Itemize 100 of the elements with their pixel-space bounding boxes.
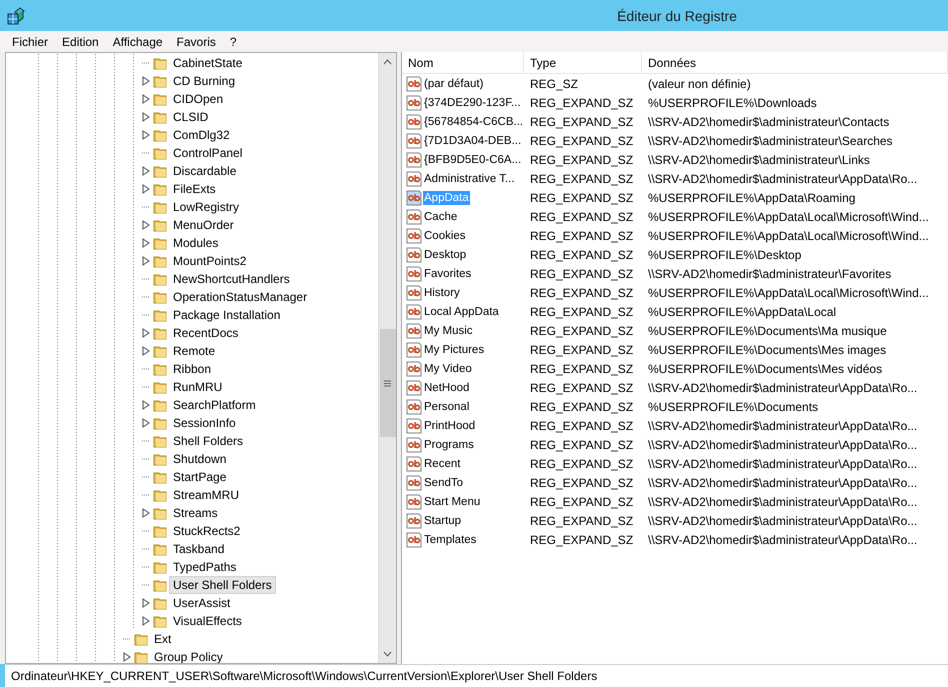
- expand-arrow-icon[interactable]: [142, 184, 150, 194]
- value-name[interactable]: Cookies: [423, 228, 467, 242]
- folder-icon: [153, 470, 167, 484]
- tree-node[interactable]: Remote: [169, 342, 220, 360]
- scrollbar-thumb[interactable]: [380, 329, 396, 437]
- tree-node[interactable]: CabinetState: [169, 54, 246, 72]
- string-value-icon: [406, 266, 422, 282]
- tree-node[interactable]: StuckRects2: [169, 522, 244, 540]
- value-type: REG_EXPAND_SZ: [529, 342, 634, 356]
- menu-item[interactable]: ?: [230, 34, 237, 48]
- folder-icon: [153, 200, 167, 214]
- tree-node[interactable]: Discardable: [169, 162, 240, 180]
- tree-node[interactable]: Ribbon: [169, 360, 216, 378]
- tree-node[interactable]: FileExts: [169, 180, 220, 198]
- folder-icon: [153, 110, 167, 124]
- value-name[interactable]: My Pictures: [423, 342, 486, 356]
- menu-item[interactable]: Affichage: [112, 34, 163, 48]
- menu-item[interactable]: Edition: [62, 34, 99, 48]
- tree-node[interactable]: MountPoints2: [169, 252, 250, 270]
- value-name[interactable]: My Music: [423, 324, 474, 338]
- string-value-icon: [406, 360, 422, 376]
- tree-node[interactable]: RunMRU: [169, 378, 226, 396]
- expand-arrow-icon[interactable]: [142, 616, 150, 626]
- value-name[interactable]: Programs: [423, 438, 475, 452]
- tree-node[interactable]: Package Installation: [169, 306, 284, 324]
- tree-node[interactable]: VisualEffects: [169, 612, 246, 630]
- expand-arrow-icon[interactable]: [142, 220, 150, 230]
- tree-node[interactable]: Shell Folders: [169, 432, 248, 450]
- expand-arrow-icon[interactable]: [142, 328, 150, 338]
- tree-node[interactable]: SessionInfo: [169, 414, 240, 432]
- column-header[interactable]: Nom: [402, 52, 524, 73]
- expand-arrow-icon[interactable]: [142, 76, 150, 86]
- value-name[interactable]: Local AppData: [423, 304, 500, 318]
- menu-item[interactable]: Fichier: [12, 34, 48, 48]
- tree-node[interactable]: ControlPanel: [169, 144, 246, 162]
- expand-arrow-icon[interactable]: [142, 346, 150, 356]
- tree-node[interactable]: Modules: [169, 234, 222, 252]
- value-name[interactable]: Templates: [423, 532, 478, 546]
- tree-node[interactable]: TypedPaths: [169, 558, 240, 576]
- tree-node[interactable]: NewShortcutHandlers: [169, 270, 294, 288]
- tree-node[interactable]: Ext: [150, 630, 176, 648]
- value-name[interactable]: {BFB9D5E0-C6A...: [423, 152, 522, 166]
- expand-arrow-icon[interactable]: [142, 400, 150, 410]
- value-name[interactable]: Desktop: [423, 248, 468, 262]
- expand-arrow-icon[interactable]: [142, 598, 150, 608]
- tree-node[interactable]: User Shell Folders: [169, 576, 276, 594]
- value-name[interactable]: {7D1D3A04-DEB...: [423, 134, 522, 148]
- expand-arrow-icon[interactable]: [142, 112, 150, 122]
- tree-node[interactable]: SearchPlatform: [169, 396, 260, 414]
- value-type: REG_EXPAND_SZ: [529, 286, 634, 300]
- value-name[interactable]: Cache: [423, 210, 458, 224]
- tree-node[interactable]: LowRegistry: [169, 198, 244, 216]
- tree-node[interactable]: Shutdown: [169, 450, 230, 468]
- value-name[interactable]: History: [423, 286, 461, 300]
- value-name[interactable]: (par défaut): [423, 76, 484, 90]
- expand-arrow-icon[interactable]: [142, 418, 150, 428]
- folder-icon: [153, 56, 167, 70]
- value-name[interactable]: {374DE290-123F...: [423, 96, 522, 110]
- tree-node[interactable]: StartPage: [169, 468, 230, 486]
- value-name[interactable]: NetHood: [423, 380, 470, 394]
- expand-arrow-icon[interactable]: [142, 166, 150, 176]
- column-header[interactable]: Données: [642, 52, 948, 73]
- folder-icon: [153, 452, 167, 466]
- vertical-scrollbar[interactable]: [378, 53, 396, 663]
- value-name[interactable]: Administrative T...: [423, 172, 516, 186]
- value-name[interactable]: {56784854-C6CB...: [423, 114, 524, 128]
- value-type: REG_EXPAND_SZ: [529, 172, 634, 186]
- folder-icon: [153, 560, 167, 574]
- tree-node[interactable]: StreamMRU: [169, 486, 244, 504]
- value-name[interactable]: Recent: [423, 456, 462, 470]
- column-header[interactable]: Type: [524, 52, 642, 73]
- tree-node[interactable]: ComDlg32: [169, 126, 234, 144]
- tree-node[interactable]: RecentDocs: [169, 324, 242, 342]
- tree-node[interactable]: OperationStatusManager: [169, 288, 312, 306]
- menu-item[interactable]: Favoris: [176, 34, 216, 48]
- expand-arrow-icon[interactable]: [142, 508, 150, 518]
- expand-arrow-icon[interactable]: [142, 130, 150, 140]
- value-type: REG_EXPAND_SZ: [529, 96, 634, 110]
- tree-node[interactable]: Taskband: [169, 540, 228, 558]
- value-data: \\SRV-AD2\homedir$\administrateur\AppData\Ro...: [647, 380, 918, 394]
- value-name[interactable]: Startup: [423, 514, 462, 528]
- expand-arrow-icon[interactable]: [142, 238, 150, 248]
- tree-node[interactable]: UserAssist: [169, 594, 234, 612]
- value-name[interactable]: My Video: [423, 362, 473, 376]
- tree-node[interactable]: MenuOrder: [169, 216, 238, 234]
- expand-arrow-icon[interactable]: [123, 652, 131, 662]
- tree-node[interactable]: CLSID: [169, 108, 212, 126]
- scroll-up-icon[interactable]: [383, 59, 392, 65]
- tree-node[interactable]: CIDOpen: [169, 90, 228, 108]
- scroll-down-icon[interactable]: [383, 651, 392, 657]
- tree-node[interactable]: Streams: [169, 504, 222, 522]
- expand-arrow-icon[interactable]: [142, 256, 150, 266]
- value-name[interactable]: SendTo: [423, 476, 464, 490]
- value-name[interactable]: PrintHood: [423, 418, 476, 432]
- value-name[interactable]: Favorites: [423, 266, 472, 280]
- value-data: %USERPROFILE%\AppData\Local: [647, 304, 838, 318]
- value-name[interactable]: Start Menu: [423, 494, 482, 508]
- tree-node[interactable]: CD Burning: [169, 72, 240, 90]
- value-name[interactable]: Personal: [423, 400, 470, 414]
- expand-arrow-icon[interactable]: [142, 94, 150, 104]
